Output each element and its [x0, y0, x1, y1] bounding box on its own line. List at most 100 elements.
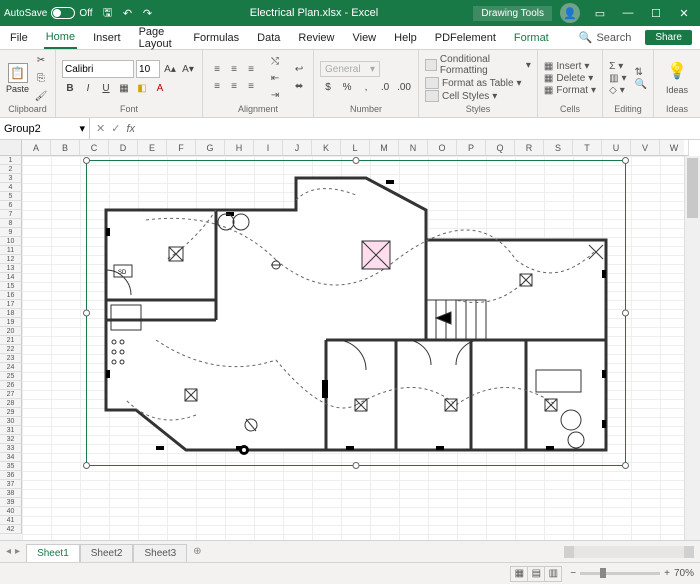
format-painter-icon[interactable]: 🖌 [33, 88, 49, 104]
column-header[interactable]: Q [486, 140, 515, 156]
row-header[interactable]: 18 [0, 309, 22, 318]
scrollbar-thumb[interactable] [687, 158, 698, 218]
column-header[interactable]: L [341, 140, 370, 156]
currency-icon[interactable]: $ [320, 79, 336, 95]
row-header[interactable]: 23 [0, 354, 22, 363]
percent-icon[interactable]: % [339, 79, 355, 95]
column-header[interactable]: R [515, 140, 544, 156]
autosave-toggle[interactable]: AutoSave Off [4, 7, 93, 19]
row-header[interactable]: 2 [0, 165, 22, 174]
resize-handle[interactable] [353, 157, 360, 164]
close-icon[interactable]: ✕ [672, 7, 696, 20]
row-header[interactable]: 27 [0, 390, 22, 399]
delete-cells-button[interactable]: ▦Delete▾ [544, 73, 596, 84]
format-as-table-button[interactable]: Format as Table▾ [425, 77, 531, 89]
row-header[interactable]: 9 [0, 228, 22, 237]
column-header[interactable]: D [109, 140, 138, 156]
row-header[interactable]: 4 [0, 183, 22, 192]
row-header[interactable]: 20 [0, 327, 22, 336]
row-header[interactable]: 25 [0, 372, 22, 381]
zoom-slider[interactable] [580, 572, 660, 575]
conditional-formatting-button[interactable]: Conditional Formatting▾ [425, 54, 531, 76]
worksheet-area[interactable]: ABCDEFGHIJKLMNOPQRSTUVW 1234567891011121… [0, 140, 700, 540]
column-header[interactable]: W [660, 140, 689, 156]
column-header[interactable]: S [544, 140, 573, 156]
row-header[interactable]: 31 [0, 426, 22, 435]
share-button[interactable]: Share [645, 30, 692, 45]
resize-handle[interactable] [622, 310, 629, 317]
align-top-icon[interactable]: ≡ [209, 62, 225, 78]
row-header[interactable]: 26 [0, 381, 22, 390]
grid[interactable]: SD [22, 156, 684, 540]
search-box[interactable]: 🔍 Search [579, 31, 632, 44]
align-right-icon[interactable]: ≡ [243, 79, 259, 95]
row-header[interactable]: 41 [0, 516, 22, 525]
formula-input[interactable] [141, 118, 700, 139]
row-header[interactable]: 11 [0, 246, 22, 255]
column-header[interactable]: N [399, 140, 428, 156]
row-header[interactable]: 15 [0, 282, 22, 291]
page-layout-view-icon[interactable]: ▤ [527, 566, 545, 582]
wrap-text-icon[interactable]: ↩ [291, 62, 307, 78]
user-avatar[interactable]: 👤 [560, 3, 580, 23]
column-header[interactable]: I [254, 140, 283, 156]
align-bottom-icon[interactable]: ≡ [243, 62, 259, 78]
paste-button[interactable]: 📋 Paste [6, 63, 29, 94]
row-header[interactable]: 10 [0, 237, 22, 246]
row-header[interactable]: 3 [0, 174, 22, 183]
tab-formulas[interactable]: Formulas [191, 28, 241, 48]
view-switcher[interactable]: ▦▤▥ [511, 566, 562, 582]
column-header[interactable]: J [283, 140, 312, 156]
indent-increase-icon[interactable]: ⇥ [267, 87, 283, 103]
normal-view-icon[interactable]: ▦ [510, 566, 528, 582]
row-header[interactable]: 19 [0, 318, 22, 327]
tab-insert[interactable]: Insert [91, 28, 123, 48]
sort-filter-button[interactable]: ⇅ [635, 67, 647, 78]
column-header[interactable]: A [22, 140, 51, 156]
cancel-formula-icon[interactable]: ✕ [96, 122, 105, 135]
save-icon[interactable]: 🖫 [101, 6, 115, 20]
vertical-scrollbar[interactable] [684, 156, 700, 540]
italic-icon[interactable]: I [80, 80, 96, 96]
undo-icon[interactable]: ↶ [121, 6, 135, 20]
row-header[interactable]: 37 [0, 480, 22, 489]
ribbon-options-icon[interactable]: ▭ [588, 7, 612, 20]
font-color-icon[interactable]: A [152, 80, 168, 96]
row-header[interactable]: 40 [0, 507, 22, 516]
column-headers[interactable]: ABCDEFGHIJKLMNOPQRSTUVW [22, 140, 684, 156]
sheet-tab-1[interactable]: Sheet1 [26, 544, 80, 562]
fill-color-icon[interactable]: ◧ [134, 80, 150, 96]
select-all-corner[interactable] [0, 140, 22, 156]
tab-data[interactable]: Data [255, 28, 282, 48]
row-header[interactable]: 34 [0, 453, 22, 462]
row-header[interactable]: 36 [0, 471, 22, 480]
zoom-percent[interactable]: 70% [674, 568, 694, 579]
row-header[interactable]: 24 [0, 363, 22, 372]
context-tab-label[interactable]: Drawing Tools [473, 6, 552, 21]
resize-handle[interactable] [83, 157, 90, 164]
zoom-out-icon[interactable]: − [570, 568, 576, 579]
border-icon[interactable]: ▦ [116, 80, 132, 96]
zoom-control[interactable]: − + 70% [570, 568, 694, 579]
row-header[interactable]: 35 [0, 462, 22, 471]
row-header[interactable]: 38 [0, 489, 22, 498]
name-box[interactable]: Group2▾ [0, 118, 90, 139]
decrease-decimal-icon[interactable]: .00 [396, 79, 412, 95]
column-header[interactable]: G [196, 140, 225, 156]
row-header[interactable]: 21 [0, 336, 22, 345]
increase-decimal-icon[interactable]: .0 [377, 79, 393, 95]
resize-handle[interactable] [353, 462, 360, 469]
zoom-in-icon[interactable]: + [664, 568, 670, 579]
column-header[interactable]: P [457, 140, 486, 156]
column-header[interactable]: H [225, 140, 254, 156]
tab-home[interactable]: Home [44, 27, 77, 49]
tab-format[interactable]: Format [512, 28, 551, 48]
tab-prev-icon[interactable]: ◂ [6, 546, 11, 557]
tab-file[interactable]: File [8, 28, 30, 48]
tab-pdfelement[interactable]: PDFelement [433, 28, 498, 48]
row-header[interactable]: 39 [0, 498, 22, 507]
comma-icon[interactable]: , [358, 79, 374, 95]
copy-icon[interactable]: ⎘ [33, 70, 49, 86]
row-header[interactable]: 1 [0, 156, 22, 165]
row-header[interactable]: 29 [0, 408, 22, 417]
